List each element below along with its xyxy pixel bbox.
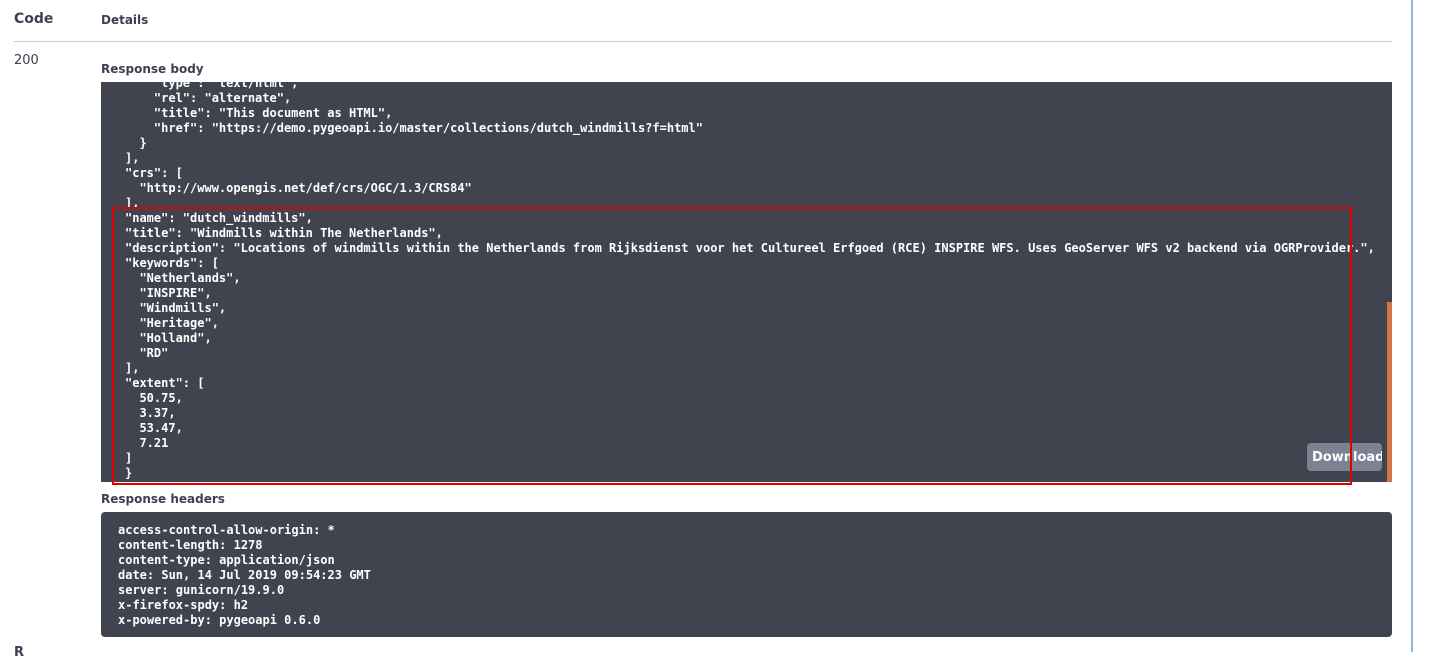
response-body-code: "type": "text/html", "rel": "alternate",… [125, 82, 1375, 480]
response-headers-label: Response headers [101, 492, 225, 506]
next-section-label: R [14, 645, 25, 660]
response-body-panel[interactable]: "type": "text/html", "rel": "alternate",… [101, 82, 1392, 482]
response-status-code: 200 [14, 53, 39, 68]
code-column-header: Code [14, 11, 54, 27]
response-headers-panel: access-control-allow-origin: * content-l… [101, 512, 1392, 637]
page-right-border [1411, 0, 1413, 652]
response-body-label: Response body [101, 62, 204, 76]
response-body-scrollbar[interactable] [1387, 302, 1392, 482]
header-divider [14, 41, 1392, 42]
response-headers-code: access-control-allow-origin: * content-l… [118, 523, 371, 627]
details-column-header: Details [101, 13, 149, 27]
download-button[interactable]: Download [1307, 443, 1382, 471]
